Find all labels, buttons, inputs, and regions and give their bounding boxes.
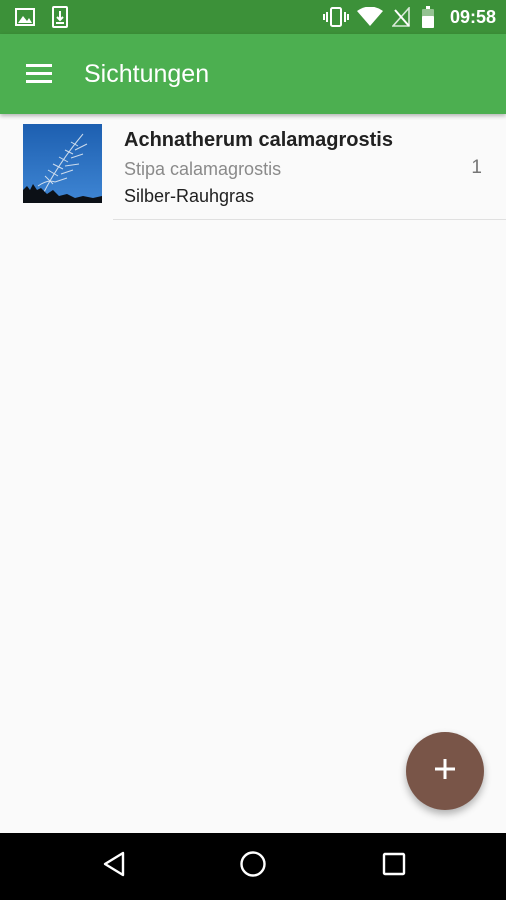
recents-button[interactable] <box>354 833 434 900</box>
home-icon <box>239 850 267 883</box>
no-signal-icon <box>390 0 412 34</box>
sightings-list: Achnatherum calamagrostis Stipa calamagr… <box>0 114 506 220</box>
list-item[interactable]: Achnatherum calamagrostis Stipa calamagr… <box>0 114 506 220</box>
gallery-icon <box>14 0 36 34</box>
back-button[interactable] <box>74 833 154 900</box>
plant-thumbnail <box>23 124 102 203</box>
page-title: Sichtungen <box>84 60 210 88</box>
back-icon <box>102 851 126 882</box>
plus-icon <box>433 757 457 786</box>
download-icon <box>50 0 70 34</box>
wifi-icon <box>356 0 384 34</box>
item-title: Achnatherum calamagrostis <box>124 129 393 151</box>
recents-icon <box>382 852 406 881</box>
vibrate-icon <box>322 0 350 34</box>
hamburger-menu-icon[interactable] <box>24 60 56 88</box>
item-count: 1 <box>471 157 482 178</box>
add-sighting-button[interactable] <box>406 732 484 810</box>
navigation-bar <box>0 833 506 900</box>
status-time: 09:58 <box>449 7 496 27</box>
app-bar: Sichtungen <box>0 34 506 114</box>
battery-icon <box>420 0 436 34</box>
home-button[interactable] <box>213 833 293 900</box>
item-common-name: Silber-Rauhgras <box>124 186 255 206</box>
item-synonym: Stipa calamagrostis <box>124 159 282 179</box>
status-bar: 09:58 <box>0 0 506 34</box>
list-divider <box>113 219 506 220</box>
